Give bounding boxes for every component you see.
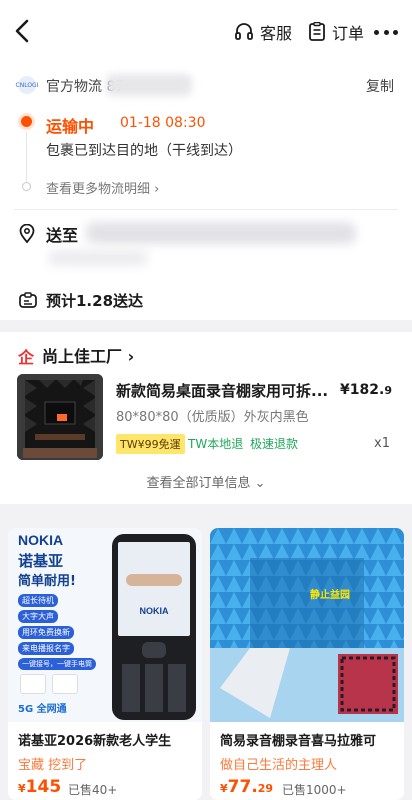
headset-icon <box>235 23 253 40</box>
accessory-thumb <box>52 674 78 694</box>
feature-tag: 用环免费换新 <box>18 626 74 639</box>
product-price: ¥182.9 <box>340 382 392 398</box>
more-menu-icon[interactable] <box>374 24 398 40</box>
send-to-label: 送至 <box>46 226 79 245</box>
brand-cn-text: 诺基亚 <box>18 552 64 570</box>
delivery-box-icon <box>18 292 38 314</box>
more-logistics-link[interactable]: 查看更多物流明细 › <box>46 178 159 197</box>
top-bar: 客服 订单 <box>0 0 412 62</box>
timeline-more-dot <box>22 182 31 191</box>
network-text: 5G 全网通 <box>18 704 67 715</box>
shipping-status: 运输中 <box>46 117 95 136</box>
back-icon[interactable] <box>12 18 34 44</box>
timeline-current-dot <box>21 116 32 127</box>
redacted-tracking-number <box>106 74 192 96</box>
accessory-thumb <box>20 674 46 694</box>
recommend-title[interactable]: 简易录音棚录音喜马拉雅可 <box>220 730 398 749</box>
recommend-image-booth: 静止益园 <box>210 528 404 722</box>
recommend-title[interactable]: 诺基亚2026新款老人学生 <box>18 730 196 749</box>
product-title[interactable]: 新款简易桌面录音棚家用可拆... <box>116 380 336 401</box>
redacted-recipient <box>48 250 148 266</box>
location-pin-icon <box>18 223 36 248</box>
logistics-card: CNLOGI 官方物流 87 复制 运输中 01-18 08:30 包裹已到达目… <box>0 62 412 320</box>
carrier-logo: CNLOGI <box>16 76 38 94</box>
view-all-order-info-link[interactable]: 查看全部订单信息 ⌄ <box>0 472 412 491</box>
product-image[interactable] <box>17 374 103 460</box>
phone-illustration: NOKIA <box>112 534 196 720</box>
customer-service-label: 客服 <box>260 24 293 43</box>
recommend-subtitle: 做自己生活的主理人 <box>220 758 338 773</box>
recommend-image-phone: NOKIA 诺基亚 简单耐用! 超长待机 大字大声 用环免费换新 来电播报名字 … <box>8 528 202 722</box>
redacted-address <box>86 222 356 244</box>
status-description: 包裹已到达目的地（干线到达） <box>46 143 242 159</box>
recommend-price: ¥77.29 <box>220 777 274 797</box>
recommend-card[interactable]: NOKIA 诺基亚 简单耐用! 超长待机 大字大声 用环免费换新 来电播报名字 … <box>8 528 202 800</box>
slogan-text: 简单耐用! <box>18 574 76 589</box>
order-product-card: 企 尚上佳工厂 › 新款简易桌面录音棚家用可拆... ¥182.9 80*80*… <box>0 332 412 504</box>
divider <box>14 209 398 210</box>
product-quantity: x1 <box>374 436 390 451</box>
brand-text: NOKIA <box>18 532 64 548</box>
recommend-card[interactable]: 静止益园 简易录音棚录音喜马拉雅可 做自己生活的主理人 ¥77.29 已售100… <box>210 528 404 800</box>
customer-service-button[interactable]: 客服 <box>234 20 292 44</box>
status-time: 01-18 08:30 <box>120 115 206 131</box>
order-label: 订单 <box>332 24 365 43</box>
order-list-icon <box>309 22 325 41</box>
recommend-sold: 已售40+ <box>68 783 118 797</box>
feature-tag: 超长待机 <box>18 594 58 607</box>
recommend-price: ¥145 <box>18 777 62 797</box>
feature-tag: 大字大声 <box>18 610 58 623</box>
shipping-tag: TW¥99免運 <box>116 434 185 454</box>
product-spec: 80*80*80（优质版）外灰内黑色 <box>116 410 309 425</box>
booth-sign-text: 静止益园 <box>310 590 350 601</box>
recommend-sold: 已售1000+ <box>282 783 347 797</box>
copy-button[interactable]: 复制 <box>366 76 394 96</box>
recommend-subtitle: 宝藏 挖到了 <box>18 758 88 773</box>
order-button[interactable]: 订单 <box>308 20 364 44</box>
shop-name-link[interactable]: 尚上佳工厂 › <box>42 343 134 367</box>
shop-icon: 企 <box>18 348 35 367</box>
return-tag: TW本地退 <box>188 437 244 451</box>
timeline-line <box>26 132 27 182</box>
estimated-delivery: 预计1.28送达 <box>46 292 144 310</box>
refund-tag: 极速退款 <box>250 437 299 451</box>
feature-tag: 来电播报名字 <box>18 642 74 655</box>
feature-tag: 一键接号，一键手电筒 <box>18 658 96 670</box>
phone-logo-text: NOKIA <box>139 606 169 616</box>
